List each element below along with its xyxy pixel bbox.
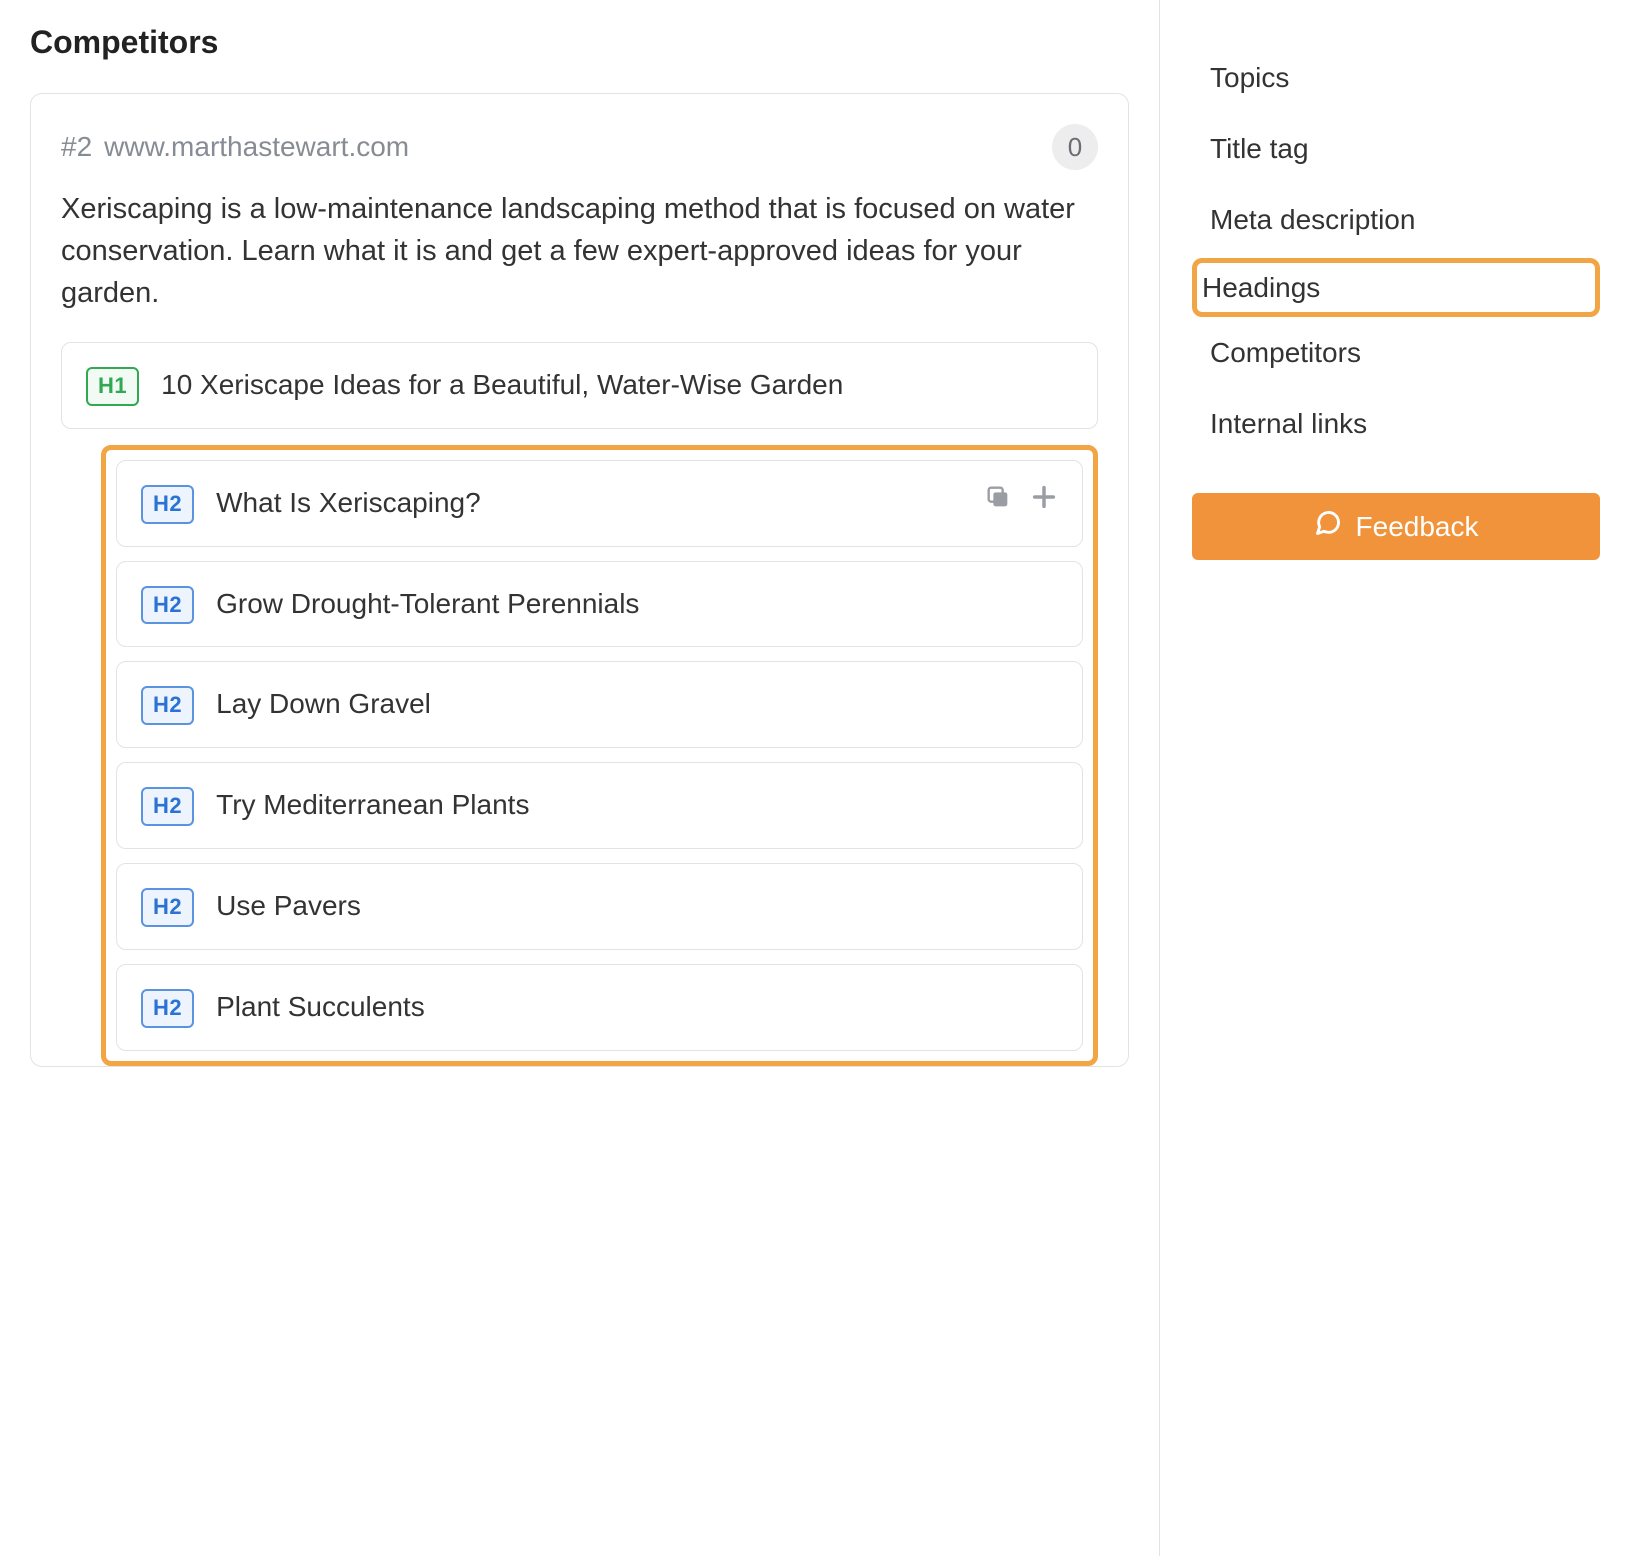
h1-row[interactable]: H1 10 Xeriscape Ideas for a Beautiful, W… (61, 342, 1098, 429)
feedback-icon (1314, 509, 1342, 544)
h2-tag: H2 (141, 485, 194, 524)
copy-icon[interactable] (984, 483, 1012, 511)
competitor-card: #2 www.marthastewart.com 0 Xeriscaping i… (30, 93, 1129, 1067)
h2-tag: H2 (141, 989, 194, 1028)
h2-row[interactable]: H2 What Is Xeriscaping? (116, 460, 1083, 547)
h1-tag: H1 (86, 367, 139, 406)
h2-row[interactable]: H2 Lay Down Gravel (116, 661, 1083, 748)
section-title: Competitors (30, 20, 1129, 65)
h2-text: Try Mediterranean Plants (216, 785, 1058, 824)
count-badge: 0 (1052, 124, 1098, 170)
sidebar-nav: Topics Title tag Meta description Headin… (1160, 0, 1632, 1556)
h2-group: H2 What Is Xeriscaping? (101, 445, 1098, 1066)
sidebar-item-title-tag[interactable]: Title tag (1192, 115, 1600, 182)
sidebar-item-label: Headings (1202, 268, 1590, 307)
plus-icon[interactable] (1030, 483, 1058, 511)
h2-row[interactable]: H2 Try Mediterranean Plants (116, 762, 1083, 849)
competitor-description: Xeriscaping is a low-maintenance landsca… (61, 188, 1098, 314)
sidebar-item-internal-links[interactable]: Internal links (1192, 390, 1600, 457)
h2-tag: H2 (141, 787, 194, 826)
h2-tag: H2 (141, 888, 194, 927)
h2-text: Grow Drought-Tolerant Perennials (216, 584, 1058, 623)
sidebar-item-meta-description[interactable]: Meta description (1192, 186, 1600, 253)
h2-text: Plant Succulents (216, 987, 1058, 1026)
competitor-domain[interactable]: www.marthastewart.com (104, 127, 409, 166)
competitor-rank: #2 (61, 127, 92, 166)
sidebar-item-headings[interactable]: Headings (1192, 258, 1600, 317)
h1-text: 10 Xeriscape Ideas for a Beautiful, Wate… (161, 365, 1073, 404)
h2-tag: H2 (141, 586, 194, 625)
h2-row[interactable]: H2 Plant Succulents (116, 964, 1083, 1051)
h2-text: Use Pavers (216, 886, 1058, 925)
h2-text: What Is Xeriscaping? (216, 483, 962, 522)
sidebar-item-topics[interactable]: Topics (1192, 44, 1600, 111)
h2-row[interactable]: H2 Use Pavers (116, 863, 1083, 950)
h2-row[interactable]: H2 Grow Drought-Tolerant Perennials (116, 561, 1083, 648)
sidebar-item-competitors[interactable]: Competitors (1192, 319, 1600, 386)
feedback-button[interactable]: Feedback (1192, 493, 1600, 560)
h2-text: Lay Down Gravel (216, 684, 1058, 723)
feedback-label: Feedback (1356, 511, 1479, 543)
h2-tag: H2 (141, 686, 194, 725)
